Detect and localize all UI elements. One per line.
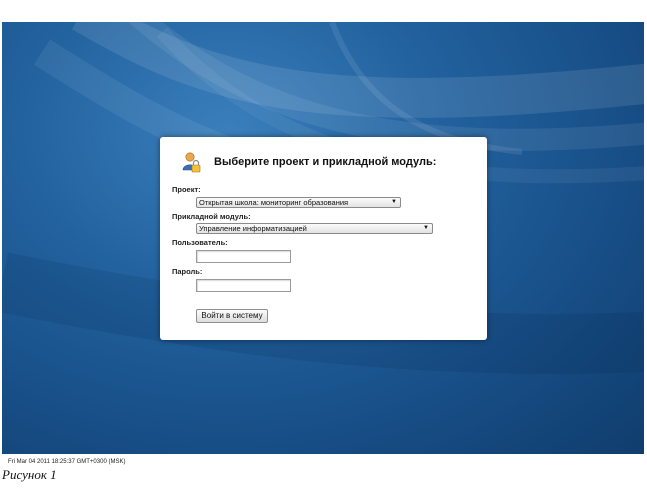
- project-label: Проект:: [172, 185, 201, 194]
- project-select-value: Открытая школа: мониторинг образования: [199, 198, 349, 207]
- user-label: Пользователь:: [172, 238, 228, 247]
- desktop-background: Выберите проект и прикладной модуль: Про…: [2, 22, 644, 454]
- module-select-value: Управление информатизацией: [199, 224, 307, 233]
- dropdown-arrow-icon: ▼: [423, 225, 429, 231]
- password-label: Пароль:: [172, 267, 203, 276]
- user-lock-icon: [182, 152, 202, 174]
- password-input[interactable]: [196, 279, 291, 292]
- dropdown-arrow-icon: ▼: [391, 199, 397, 205]
- module-select[interactable]: Управление информатизацией ▼: [196, 223, 433, 234]
- timestamp: Fri Mar 04 2011 18:25:37 GMT+0300 (MSK): [8, 459, 126, 465]
- user-input[interactable]: [196, 250, 291, 263]
- project-select[interactable]: Открытая школа: мониторинг образования ▼: [196, 197, 401, 208]
- dialog-title: Выберите проект и прикладной модуль:: [214, 156, 437, 168]
- module-label: Прикладной модуль:: [172, 212, 251, 221]
- figure-caption: Рисунок 1: [2, 467, 57, 482]
- login-button[interactable]: Войти в систему: [196, 309, 268, 323]
- login-dialog: Выберите проект и прикладной модуль: Про…: [160, 137, 487, 340]
